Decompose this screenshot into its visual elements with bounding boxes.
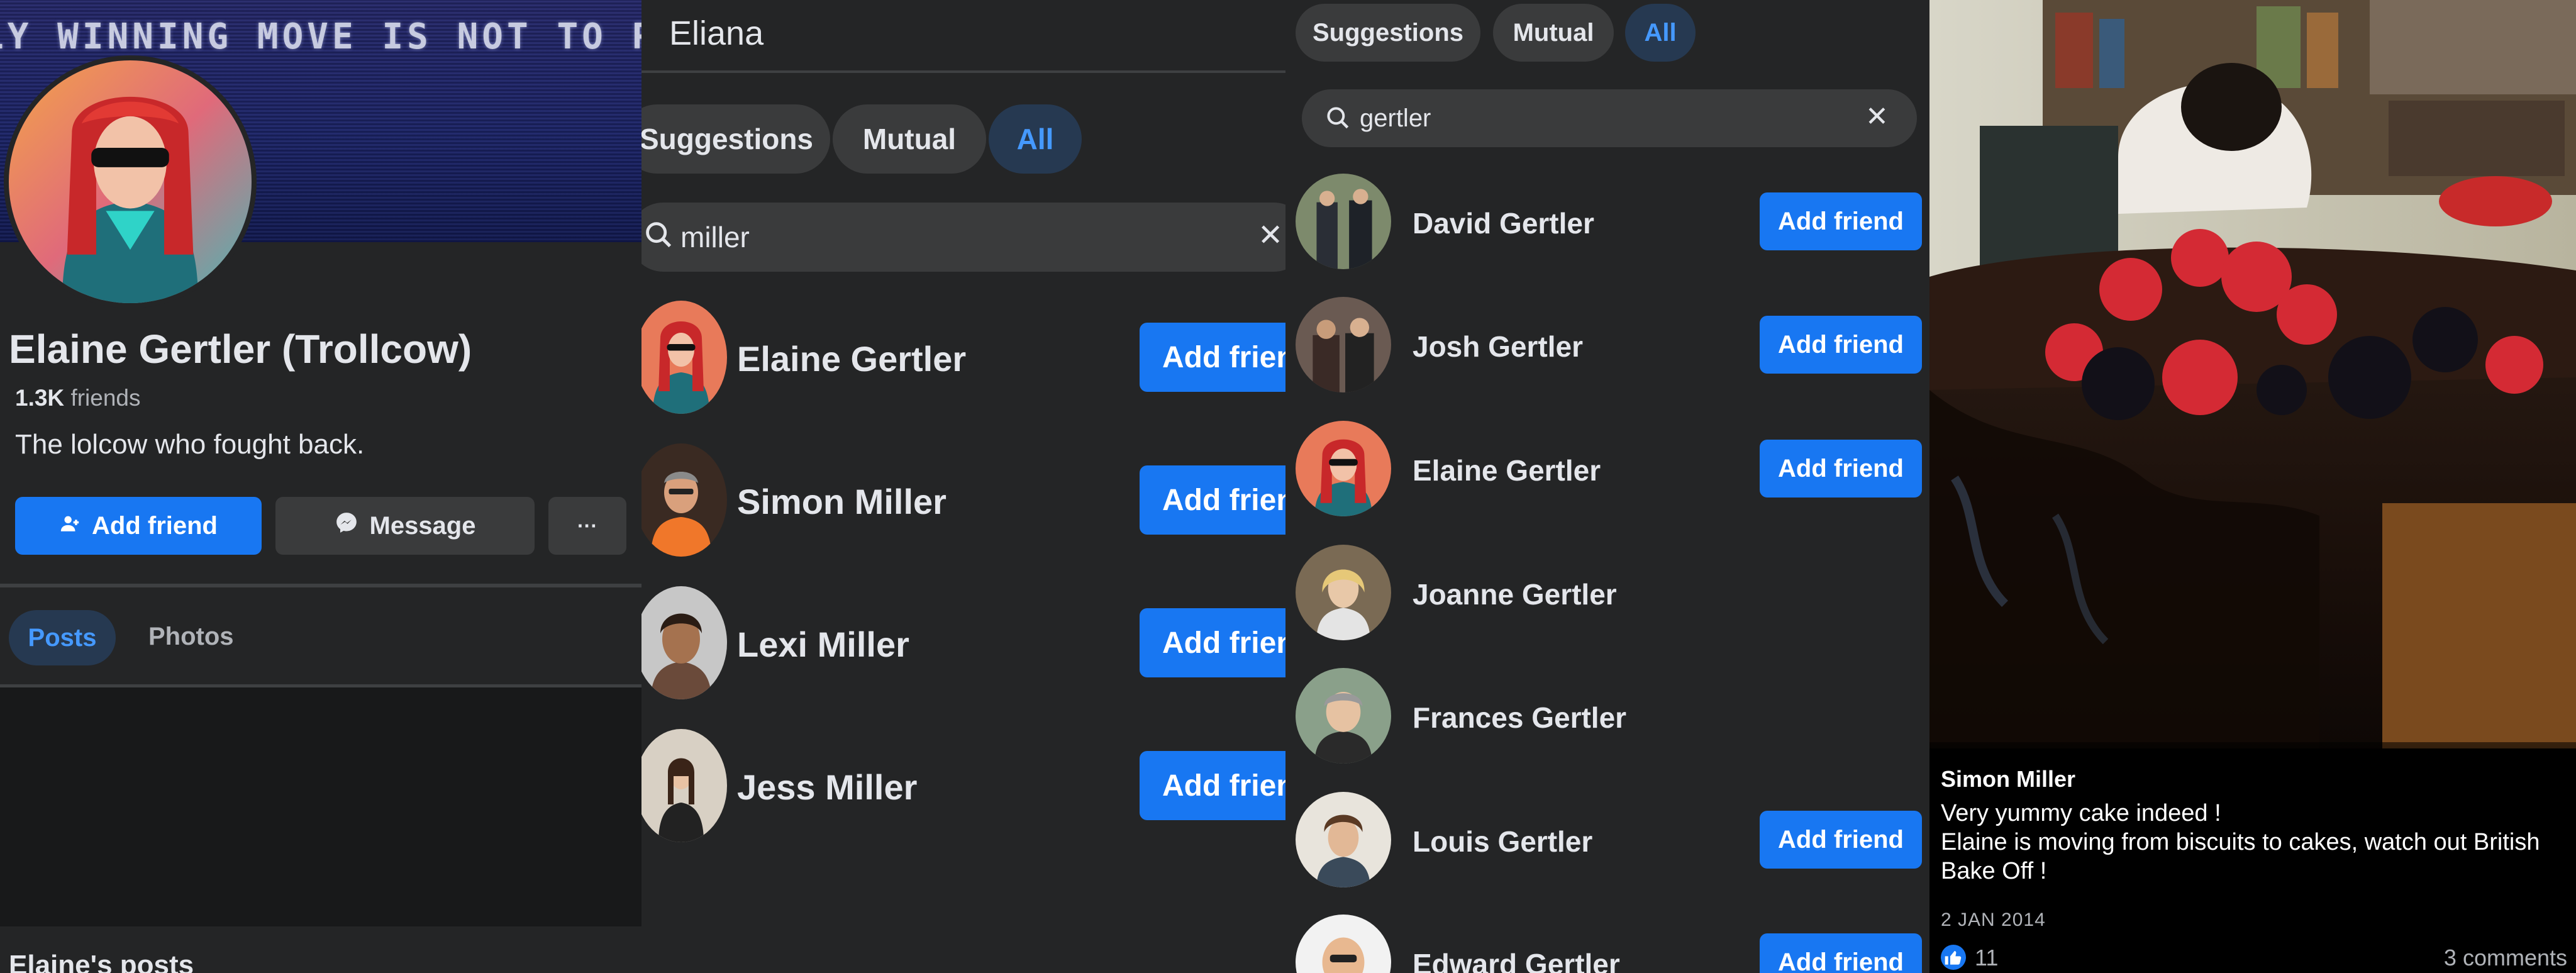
profile-avatar[interactable]	[4, 55, 257, 308]
chip-suggestions[interactable]: Suggestions	[641, 104, 830, 174]
like-icon[interactable]	[1941, 945, 1966, 970]
message-button[interactable]: Message	[275, 497, 535, 555]
avatar[interactable]	[641, 729, 727, 842]
result-name[interactable]: Josh Gertler	[1413, 330, 1583, 364]
result-name[interactable]: Frances Gertler	[1413, 701, 1626, 735]
add-friend-button[interactable]: Add friend	[1760, 316, 1922, 374]
avatar[interactable]	[641, 586, 727, 699]
comments-link[interactable]: 3 comments	[2444, 945, 2567, 971]
avatar[interactable]	[1296, 792, 1391, 887]
add-friend-button[interactable]: Add friend	[1760, 933, 1922, 973]
chip-all[interactable]: All	[989, 104, 1082, 174]
like-count[interactable]: 11	[1975, 945, 1998, 971]
more-options-button[interactable]: ···	[548, 497, 626, 555]
search-header-title: Eliana	[669, 14, 764, 52]
profile-panel: LY WINNING MOVE IS NOT TO PLA Elaine Ger…	[0, 0, 641, 973]
section-divider	[0, 584, 641, 587]
search-icon	[1324, 104, 1352, 135]
profile-name: Elaine Gertler (Trollcow)	[9, 326, 472, 372]
avatar[interactable]	[641, 443, 727, 557]
add-friend-button[interactable]: Add friend	[1140, 323, 1285, 392]
search-input[interactable]: gertler ✕	[1302, 89, 1917, 147]
result-name[interactable]: Lexi Miller	[737, 624, 909, 665]
chip-all[interactable]: All	[1625, 4, 1696, 62]
add-friend-button[interactable]: Add friend	[1140, 608, 1285, 677]
photo-viewer-panel: Simon Miller Very yummy cake indeed ! El…	[1929, 0, 2576, 973]
avatar[interactable]	[1296, 421, 1391, 516]
avatar[interactable]	[1296, 297, 1391, 392]
post-caption: Very yummy cake indeed ! Elaine is movin…	[1941, 799, 2570, 886]
chip-mutual[interactable]: Mutual	[1493, 4, 1614, 62]
close-icon[interactable]: ✕	[1258, 218, 1283, 253]
cover-text: LY WINNING MOVE IS NOT TO PLA	[0, 16, 641, 57]
chip-mutual[interactable]: Mutual	[833, 104, 986, 174]
posts-spacer	[0, 687, 641, 926]
search-query: miller	[680, 221, 750, 253]
post-date: 2 JAN 2014	[1941, 909, 2046, 930]
result-name[interactable]: Elaine Gertler	[737, 338, 966, 379]
post-author[interactable]: Simon Miller	[1941, 766, 2075, 792]
avatar[interactable]	[641, 301, 727, 414]
caption-line-1: Very yummy cake indeed !	[1941, 800, 2221, 826]
add-person-icon	[59, 512, 80, 540]
caption-line-2: Elaine is moving from biscuits to cakes,…	[1941, 829, 2540, 884]
add-friend-button[interactable]: Add friend	[1140, 751, 1285, 820]
friend-count-number: 1.3K	[15, 385, 65, 411]
result-name[interactable]: Elaine Gertler	[1413, 453, 1601, 487]
friend-search-gertler-panel: Suggestions Mutual All gertler ✕ David G…	[1285, 0, 1929, 973]
add-friend-button[interactable]: Add friend	[1140, 465, 1285, 535]
avatar[interactable]	[1296, 668, 1391, 764]
add-friend-button[interactable]: Add friend	[15, 497, 262, 555]
tab-photos[interactable]: Photos	[148, 623, 234, 651]
search-query: gertler	[1360, 104, 1431, 132]
result-name[interactable]: Joanne Gertler	[1413, 577, 1617, 611]
result-name[interactable]: Edward Gertler	[1413, 947, 1620, 973]
avatar[interactable]	[1296, 915, 1391, 973]
tab-posts[interactable]: Posts	[9, 610, 116, 665]
add-friend-button[interactable]: Add friend	[1760, 811, 1922, 869]
search-input[interactable]: miller ✕	[641, 203, 1285, 272]
result-name[interactable]: David Gertler	[1413, 206, 1594, 240]
messenger-icon	[335, 511, 358, 541]
avatar[interactable]	[1296, 174, 1391, 269]
result-name[interactable]: Simon Miller	[737, 481, 947, 522]
section-title: Elaine's posts	[9, 950, 194, 973]
more-icon: ···	[577, 514, 597, 537]
add-friend-label: Add friend	[92, 511, 218, 540]
search-icon	[643, 219, 675, 255]
header-divider	[641, 70, 1285, 73]
result-name[interactable]: Louis Gertler	[1413, 825, 1592, 859]
add-friend-button[interactable]: Add friend	[1760, 192, 1922, 250]
chip-suggestions[interactable]: Suggestions	[1296, 4, 1480, 62]
profile-bio: The lolcow who fought back.	[15, 429, 365, 460]
post-photo[interactable]	[1929, 0, 2576, 748]
close-icon[interactable]: ✕	[1865, 101, 1889, 133]
add-friend-button[interactable]: Add friend	[1760, 440, 1922, 498]
friend-search-miller-panel: Eliana Suggestions Mutual All miller ✕ E…	[641, 0, 1285, 973]
friends-label: friends	[70, 385, 141, 411]
result-name[interactable]: Jess Miller	[737, 767, 917, 808]
friend-count[interactable]: 1.3K friends	[15, 385, 141, 411]
avatar[interactable]	[1296, 545, 1391, 640]
message-label: Message	[369, 511, 476, 540]
